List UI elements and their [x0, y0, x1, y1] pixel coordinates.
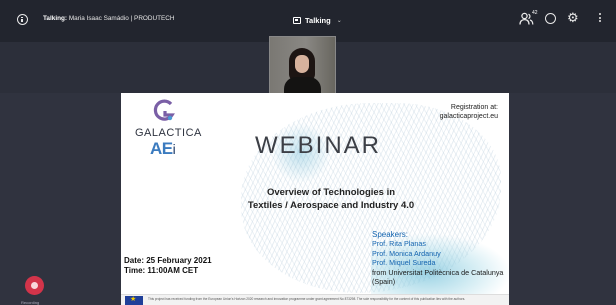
record-label: Recording [21, 300, 40, 305]
speaker-name: Prof. Rita Planas [372, 239, 426, 249]
webinar-title: WEBINAR [255, 132, 382, 159]
talking-label: Talking: [43, 15, 68, 22]
speaker-name: Prof. Monica Ardanuy [372, 248, 441, 258]
webinar-date: Date: 25 February 2021 [124, 256, 212, 265]
record-button[interactable] [25, 276, 44, 295]
gear-icon[interactable]: ⚙ [567, 11, 579, 25]
registration-info: Registration at: galacticaproject.eu [439, 104, 498, 120]
talking-indicator: Talking: Maria Isaac Samádio | PRODUTECH [43, 15, 175, 22]
speaker-name: Prof. Miquel Sureda [372, 258, 436, 268]
chat-icon[interactable] [545, 13, 556, 24]
eu-flag-icon [125, 295, 143, 305]
view-mode-switch[interactable]: Talking ⌄ [293, 13, 342, 27]
info-icon[interactable] [17, 14, 28, 25]
speaker-affiliation-country: (Spain) [372, 277, 396, 287]
galactica-logo-text: GALACTICA [135, 127, 202, 139]
speakers-list: Speakers: Prof. Rita Planas Prof. Monica… [372, 230, 503, 286]
shared-presentation-slide: GALACTICA AEi WEBINAR Registration at: g… [121, 93, 509, 305]
view-icon [293, 16, 301, 24]
funding-disclaimer: This project has received funding from t… [148, 297, 466, 301]
speakers-heading: Speakers: [372, 230, 409, 239]
galactica-logo-icon [153, 99, 175, 121]
speaker-video-tile[interactable] [269, 36, 336, 94]
webinar-time: Time: 11:00AM CET [124, 266, 199, 275]
participants-count: 42 [532, 10, 538, 16]
aei-logo: AEi [150, 139, 176, 158]
speaker-affiliation: from Universitat Politècnica de Cataluny… [372, 267, 504, 277]
chevron-down-icon: ⌄ [336, 17, 342, 24]
webinar-topic: Overview of Technologies in Textiles / A… [247, 187, 415, 211]
view-mode-label: Talking [305, 15, 331, 25]
more-vertical-icon[interactable] [599, 13, 602, 25]
talking-names: Maria Isaac Samádio | PRODUTECH [68, 15, 175, 22]
slide-footer: This project has received funding from t… [121, 294, 509, 305]
